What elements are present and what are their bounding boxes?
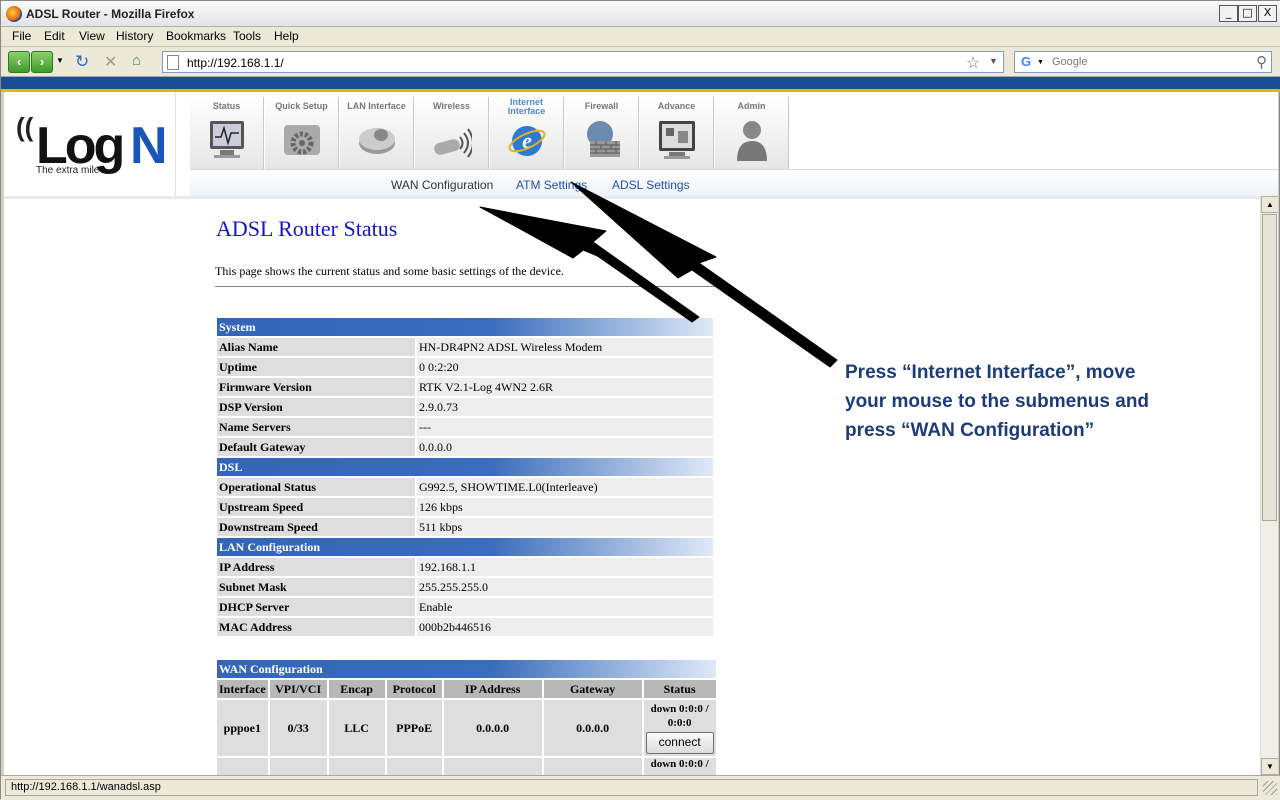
search-icon[interactable]: ⚲ [1256, 53, 1267, 71]
address-bar[interactable]: http://192.168.1.1/ ☆ ▼ [162, 51, 1004, 73]
menu-tools[interactable]: Tools [233, 29, 261, 43]
router-banner-stripe [1, 77, 1280, 92]
firefox-logo-icon [6, 6, 22, 22]
menu-bookmarks[interactable]: Bookmarks [166, 29, 226, 43]
forward-button[interactable]: › [31, 51, 53, 73]
home-icon[interactable]: ⌂ [132, 52, 141, 69]
maximize-button[interactable]: □ [1238, 5, 1257, 22]
search-input[interactable]: Google [1052, 56, 1087, 68]
menu-edit[interactable]: Edit [44, 29, 65, 43]
page-content: (( Log N The extra mile Status Quick Set… [4, 92, 1278, 775]
menu-help[interactable]: Help [274, 29, 299, 43]
close-button[interactable]: X [1258, 5, 1277, 22]
url-text[interactable]: http://192.168.1.1/ [187, 56, 284, 70]
window-title: ADSL Router - Mozilla Firefox [26, 7, 195, 21]
minimize-button[interactable]: _ [1219, 5, 1238, 22]
bookmark-star-icon[interactable]: ☆ [966, 53, 980, 73]
status-text: http://192.168.1.1/wanadsl.asp [5, 779, 1258, 796]
scroll-thumb[interactable] [1262, 214, 1277, 521]
vertical-scrollbar[interactable]: ▲ ▼ [1260, 196, 1278, 775]
menu-history[interactable]: History [116, 29, 153, 43]
google-search-engine-icon[interactable]: G [1017, 54, 1035, 71]
search-box[interactable]: G ▼ Google ⚲ [1014, 51, 1272, 73]
resize-grip-icon[interactable] [1263, 781, 1277, 795]
menu-file[interactable]: File [12, 29, 31, 43]
browser-window: ADSL Router - Mozilla Firefox _ □ X File… [0, 0, 1280, 800]
reload-icon[interactable]: ↻ [75, 52, 89, 72]
stop-icon[interactable]: ✕ [104, 52, 117, 72]
back-button[interactable]: ‹ [8, 51, 30, 73]
url-dropdown-icon[interactable]: ▼ [989, 56, 998, 66]
arrow-to-internet-interface [570, 181, 838, 368]
menu-bar: File Edit View History Bookmarks Tools H… [1, 27, 1280, 47]
status-bar: http://192.168.1.1/wanadsl.asp [1, 775, 1280, 800]
title-bar: ADSL Router - Mozilla Firefox _ □ X [1, 1, 1280, 27]
engine-dropdown-icon[interactable]: ▼ [1037, 59, 1044, 66]
navigation-toolbar: ‹ › ▼ ↻ ✕ ⌂ http://192.168.1.1/ ☆ ▼ G ▼ … [1, 47, 1280, 77]
history-dropdown-icon[interactable]: ▼ [56, 56, 64, 65]
menu-view[interactable]: View [79, 29, 105, 43]
page-icon [167, 55, 179, 70]
scroll-down-arrow-icon[interactable]: ▼ [1261, 758, 1278, 775]
scroll-up-arrow-icon[interactable]: ▲ [1261, 196, 1278, 213]
annotation-arrows [479, 181, 838, 368]
